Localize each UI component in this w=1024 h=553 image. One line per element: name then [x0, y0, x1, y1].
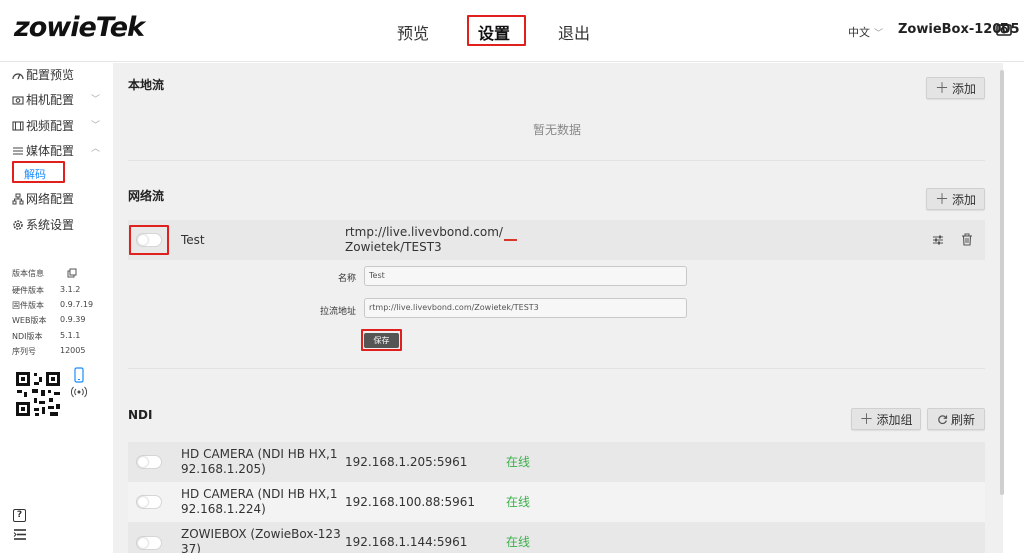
pull-url-field[interactable]: rtmp://live.livevbond.com/Zowietek/TEST3: [364, 298, 687, 318]
table-row[interactable]: [128, 220, 985, 260]
version-row: WEB版本 0.9.39: [12, 315, 86, 325]
sidebar-item-label: 配置预览: [26, 68, 75, 82]
sidebar-subitem-decode[interactable]: 解码: [24, 166, 46, 182]
toggle-knob: [138, 538, 148, 548]
sidebar-item-video[interactable]: 视频配置: [12, 117, 74, 134]
gear-icon: [13, 219, 23, 230]
stream-url-line2: Zowietek/TEST3: [345, 240, 442, 254]
stream-name: Test: [181, 233, 205, 247]
toggle-knob: [138, 235, 148, 245]
local-stream-title: 本地流: [128, 78, 165, 92]
highlight-settings-box: [467, 15, 526, 46]
sidebar-item-media[interactable]: 媒体配置: [12, 142, 74, 159]
stream-enable-toggle[interactable]: [136, 233, 162, 247]
status-badge: 在线: [506, 495, 531, 509]
empty-state-text: 暂无数据: [533, 123, 582, 137]
refresh-icon: [938, 414, 948, 424]
version-row: 序列号 12005: [12, 346, 86, 356]
qr-code-icon: [12, 368, 64, 420]
nav-preview[interactable]: 预览: [397, 20, 429, 44]
trash-icon[interactable]: [961, 233, 973, 246]
add-group-button[interactable]: ＋添加组: [851, 408, 921, 430]
status-badge: 在线: [506, 535, 531, 549]
ndi-name-line2: 92.168.1.205): [181, 462, 266, 476]
stream-url-line1: rtmp://live.livevbond.com/: [345, 225, 503, 239]
ndi-enable-toggle[interactable]: [136, 455, 162, 469]
film-icon: [12, 120, 24, 131]
refresh-button[interactable]: 刷新: [927, 408, 985, 430]
url-field-label: 拉流地址: [319, 307, 356, 317]
media-icon: [13, 147, 23, 154]
preview-icon: [12, 72, 24, 79]
sidebar-item-label: 系统设置: [26, 218, 75, 232]
help-icon[interactable]: ?: [13, 509, 26, 522]
chevron-down-icon: ﹀: [91, 95, 101, 105]
ndi-enable-toggle[interactable]: [136, 495, 162, 509]
ndi-name-line2: 92.168.1.224): [181, 502, 266, 516]
status-badge: 在线: [506, 455, 531, 469]
scrollbar[interactable]: [1000, 70, 1004, 495]
version-info-title: 版本信息: [12, 269, 44, 278]
add-local-stream-button[interactable]: ＋添加: [926, 77, 985, 99]
language-label: 中文: [848, 26, 870, 39]
network-icon: [12, 193, 24, 204]
ndi-address: 192.168.1.205:5961: [345, 455, 468, 469]
sidebar-item-label: 视频配置: [26, 119, 75, 133]
language-select[interactable]: 中文 ﹀: [848, 24, 883, 40]
ndi-title: NDI: [128, 408, 153, 422]
status-indicator: [504, 239, 517, 241]
ndi-address: 192.168.1.144:5961: [345, 535, 468, 549]
ndi-name-line2: 37): [181, 542, 201, 553]
name-field[interactable]: Test: [364, 266, 687, 286]
plus-icon: ＋: [934, 81, 949, 97]
menu-icon[interactable]: [13, 528, 27, 541]
chevron-down-icon: ﹀: [874, 29, 884, 39]
camera-icon[interactable]: [996, 22, 1012, 36]
nav-logout[interactable]: 退出: [558, 20, 590, 44]
sidebar-item-camera[interactable]: 相机配置: [12, 91, 74, 108]
sidebar-item-system[interactable]: 系统设置: [12, 216, 74, 233]
app-root: zowieTek 预览 设置 退出 中文 ﹀ ZowieBox-12005 配置预…: [0, 0, 1024, 553]
ndi-name-line1: HD CAMERA (NDI HB HX,1: [181, 447, 338, 461]
network-stream-title: 网络流: [128, 189, 165, 203]
sidebar-item-label: 网络配置: [26, 192, 75, 206]
divider: [128, 160, 985, 161]
ndi-name-line1: HD CAMERA (NDI HB HX,1: [181, 487, 338, 501]
add-network-stream-button[interactable]: ＋添加: [926, 188, 985, 210]
version-row: NDI版本 5.1.1: [12, 331, 81, 341]
divider: [128, 368, 985, 369]
sidebar-item-label: 相机配置: [26, 93, 75, 107]
camera-icon: [12, 95, 24, 105]
chevron-down-icon: ﹀: [91, 121, 101, 131]
phone-icon[interactable]: [73, 367, 85, 383]
settings-sliders-icon[interactable]: [932, 234, 944, 246]
wireless-icon[interactable]: [71, 386, 87, 398]
toggle-knob: [138, 497, 148, 507]
logo: zowieTek: [14, 12, 145, 43]
chevron-up-icon: ︿: [91, 144, 101, 154]
plus-icon: ＋: [934, 192, 949, 208]
ndi-address: 192.168.100.88:5961: [345, 495, 476, 509]
ndi-name-line1: ZOWIEBOX (ZowieBox-123: [181, 527, 341, 541]
ndi-enable-toggle[interactable]: [136, 536, 162, 550]
toggle-knob: [138, 457, 148, 467]
copy-icon[interactable]: [67, 268, 77, 278]
sidebar-item-network[interactable]: 网络配置: [12, 190, 74, 207]
plus-icon: ＋: [859, 412, 874, 428]
version-row: 固件版本 0.9.7.19: [12, 300, 94, 310]
save-button[interactable]: 保存: [364, 333, 399, 348]
sidebar-item-preview[interactable]: 配置预览: [12, 66, 74, 83]
sidebar-item-label: 媒体配置: [26, 144, 75, 158]
version-row: 硬件版本 3.1.2: [12, 285, 81, 295]
top-header: zowieTek 预览 设置 退出 中文 ﹀ ZowieBox-12005: [0, 0, 1024, 62]
name-field-label: 名称: [337, 274, 356, 284]
